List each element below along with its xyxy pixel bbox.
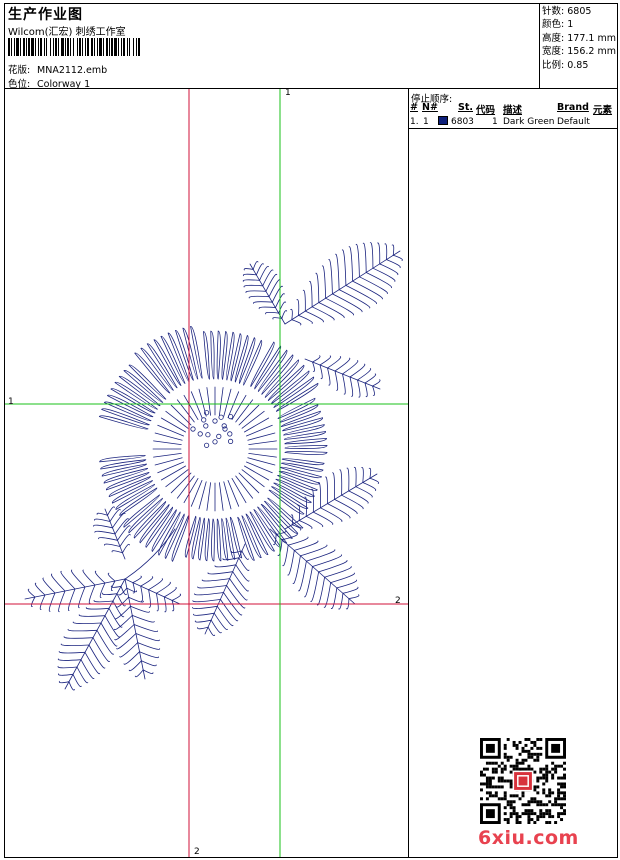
row-brand: Default — [557, 117, 590, 127]
stat-stitches: 针数: 6805 — [542, 6, 592, 17]
stat-height: 高度: 177.1 mm — [542, 32, 616, 44]
stat-width: 宽度: 156.2 mm — [542, 46, 616, 58]
stop-table-divider — [408, 128, 618, 129]
row-stitches: 6803 — [451, 117, 474, 127]
design-stats: 针数: 6805 颜色: 1 高度: 177.1 mm 宽度: 156.2 mm… — [542, 5, 616, 72]
side-panel-divider — [408, 88, 409, 858]
col-header-element: 元素 — [593, 105, 613, 116]
barcode-icon — [8, 38, 140, 56]
stat-colors: 颜色: 1 — [542, 19, 574, 31]
design-file-label: 花版: — [8, 65, 31, 76]
row-needle: 1 — [423, 117, 429, 127]
studio-name: Wilcom(汇宏) 刺绣工作室 — [8, 27, 126, 38]
col-header-code: 代码 — [476, 105, 496, 116]
design-file: 花版: MNA2112.emb — [8, 62, 107, 76]
row-code: 1 — [492, 117, 498, 127]
guide-green-horizontal-label: 1 — [8, 397, 14, 407]
design-file-value: MNA2112.emb — [37, 65, 108, 76]
col-header-index: # — [410, 102, 418, 113]
qr-code-icon — [480, 738, 566, 824]
thread-swatch — [438, 116, 448, 125]
guide-green-vertical-label: 1 — [285, 88, 291, 98]
row-index: 1. — [410, 117, 419, 127]
col-header-stitches: St. — [458, 102, 473, 113]
page-title: 生产作业图 — [8, 7, 83, 23]
embroidery-preview — [5, 89, 408, 857]
row-description: Dark Green — [503, 117, 555, 127]
stat-scale: 比例: 0.85 — [542, 59, 589, 71]
watermark-text: 6xiu.com — [478, 827, 579, 849]
guide-red-horizontal-label: 2 — [395, 596, 401, 606]
guide-red-vertical-label: 2 — [194, 847, 200, 857]
col-header-brand: Brand — [557, 102, 589, 113]
col-header-needle: N# — [422, 102, 438, 113]
stats-divider — [539, 3, 540, 89]
col-header-description: 描述 — [503, 105, 523, 116]
colorway-label: 色位: — [8, 79, 31, 90]
colorway: 色位: Colorway 1 — [8, 76, 90, 90]
